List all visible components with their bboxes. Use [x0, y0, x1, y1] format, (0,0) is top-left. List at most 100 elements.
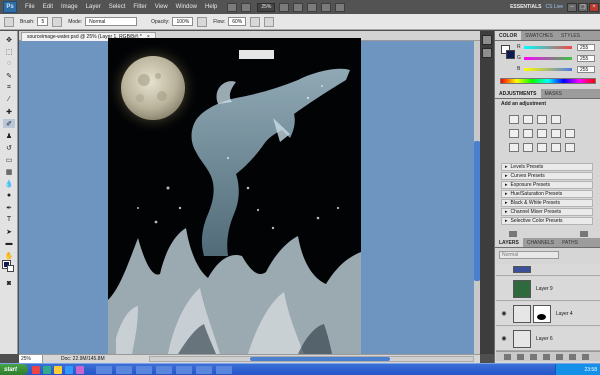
- color-balance-icon[interactable]: [537, 129, 547, 138]
- menu-edit[interactable]: Edit: [43, 4, 53, 10]
- brightness-contrast-icon[interactable]: [509, 115, 519, 124]
- tab-channels[interactable]: CHANNELS: [523, 238, 558, 247]
- taskbar-window-button[interactable]: [96, 366, 112, 374]
- menu-help[interactable]: Help: [205, 4, 217, 10]
- taskbar-window-button[interactable]: [196, 366, 212, 374]
- flow-field[interactable]: 60%: [228, 17, 247, 26]
- preset-exposure[interactable]: ▸ Exposure Presets: [501, 181, 593, 189]
- minimize-icon[interactable]: –: [567, 2, 577, 12]
- hue-saturation-icon[interactable]: [523, 129, 533, 138]
- black-white-icon[interactable]: [551, 129, 561, 138]
- mini-bridge-icon[interactable]: [241, 2, 252, 12]
- shape-tool-icon[interactable]: ▬: [3, 239, 15, 248]
- workspace-switcher[interactable]: ESSENTIALS: [510, 4, 541, 10]
- pressure-size-icon[interactable]: [264, 16, 275, 27]
- selective-color-icon[interactable]: [565, 143, 575, 152]
- hand-tool-icon[interactable]: ✋: [3, 251, 15, 260]
- eye-icon[interactable]: ◉: [499, 334, 509, 344]
- preset-black-white[interactable]: ▸ Black & White Presets: [501, 199, 593, 207]
- reset-adjustment-icon[interactable]: [580, 231, 588, 237]
- mode-select[interactable]: Normal: [85, 17, 138, 26]
- menu-image[interactable]: Image: [61, 4, 78, 10]
- opacity-field[interactable]: 100%: [172, 17, 194, 26]
- menu-window[interactable]: Window: [176, 4, 197, 10]
- curves-icon[interactable]: [537, 115, 547, 124]
- brush-tool-icon[interactable]: ✐: [3, 119, 15, 128]
- brush-size-picker[interactable]: 5: [37, 17, 49, 26]
- layer-row[interactable]: ◉ Layer 6: [496, 327, 600, 351]
- brush-panel-toggle-icon[interactable]: [52, 16, 63, 27]
- menu-select[interactable]: Select: [109, 4, 126, 10]
- link-layers-icon[interactable]: [504, 353, 511, 360]
- clip-to-layer-icon[interactable]: [509, 231, 517, 237]
- menu-filter[interactable]: Filter: [133, 4, 146, 10]
- move-tool-icon[interactable]: ✥: [3, 35, 15, 44]
- delete-layer-icon[interactable]: [582, 353, 589, 360]
- new-group-icon[interactable]: [556, 353, 563, 360]
- blue-value-field[interactable]: 255: [577, 66, 595, 73]
- preset-hue-saturation[interactable]: ▸ Hue/Saturation Presets: [501, 190, 593, 198]
- gradient-map-icon[interactable]: [551, 143, 561, 152]
- layer-row[interactable]: ◉ Layer 4: [496, 302, 600, 326]
- add-mask-icon[interactable]: [530, 353, 537, 360]
- quick-selection-tool-icon[interactable]: ✎: [3, 71, 15, 80]
- path-selection-tool-icon[interactable]: ➤: [3, 227, 15, 236]
- menu-view[interactable]: View: [155, 4, 168, 10]
- color-spectrum-bar[interactable]: [500, 78, 596, 84]
- airbrush-icon[interactable]: [250, 16, 261, 27]
- tab-masks[interactable]: MASKS: [541, 89, 567, 98]
- menu-layer[interactable]: Layer: [86, 4, 101, 10]
- layer-mask-thumbnail[interactable]: [533, 304, 551, 323]
- invert-icon[interactable]: [509, 143, 519, 152]
- tab-paths[interactable]: PATHS: [558, 238, 582, 247]
- status-zoom-field[interactable]: 25%: [19, 355, 43, 363]
- green-value-field[interactable]: 255: [577, 55, 595, 62]
- clock[interactable]: 23:58: [584, 367, 597, 373]
- layer-style-icon[interactable]: [517, 353, 524, 360]
- green-slider[interactable]: [524, 57, 572, 60]
- eraser-tool-icon[interactable]: ▭: [3, 155, 15, 164]
- close-icon[interactable]: ×: [589, 2, 599, 12]
- start-button[interactable]: start: [0, 364, 28, 375]
- type-tool-icon[interactable]: T: [3, 215, 15, 224]
- hand-tool-icon[interactable]: [279, 2, 290, 12]
- blue-slider[interactable]: [524, 68, 572, 71]
- arrange-documents-icon[interactable]: [321, 2, 332, 12]
- dodge-tool-icon[interactable]: ●: [3, 191, 15, 200]
- rotate-view-icon[interactable]: [307, 2, 318, 12]
- taskbar-window-button[interactable]: [156, 366, 172, 374]
- visibility-toggle[interactable]: [499, 284, 509, 294]
- eyedropper-tool-icon[interactable]: ⁄: [3, 95, 15, 104]
- tab-styles[interactable]: STYLES: [557, 31, 584, 40]
- zoom-select[interactable]: 25%: [257, 2, 276, 12]
- photo-filter-icon[interactable]: [565, 129, 575, 138]
- preset-selective-color[interactable]: ▸ Selective Color Presets: [501, 217, 593, 225]
- taskbar-app-icon[interactable]: [43, 366, 51, 374]
- taskbar-window-button[interactable]: [136, 366, 152, 374]
- red-value-field[interactable]: 255: [577, 44, 595, 51]
- history-panel-icon[interactable]: [482, 35, 492, 45]
- status-doc-size[interactable]: Doc: 22.9M/145.8M: [61, 355, 105, 363]
- cs-live-button[interactable]: CS Live: [545, 4, 563, 10]
- new-layer-icon[interactable]: [569, 353, 576, 360]
- history-brush-tool-icon[interactable]: ↺: [3, 143, 15, 152]
- taskbar-window-button[interactable]: [216, 366, 232, 374]
- taskbar-window-button[interactable]: [176, 366, 192, 374]
- layer-row-top[interactable]: [496, 264, 600, 276]
- taskbar-window-button[interactable]: [116, 366, 132, 374]
- levels-icon[interactable]: [523, 115, 533, 124]
- bridge-icon[interactable]: [227, 2, 238, 12]
- tab-color[interactable]: COLOR: [495, 31, 522, 40]
- pen-tool-icon[interactable]: ✒: [3, 203, 15, 212]
- menu-file[interactable]: File: [25, 4, 35, 10]
- horizontal-scroll-thumb[interactable]: [250, 357, 390, 361]
- preset-curves[interactable]: ▸ Curves Presets: [501, 172, 593, 180]
- crop-tool-icon[interactable]: ⌗: [3, 83, 15, 92]
- threshold-icon[interactable]: [537, 143, 547, 152]
- taskbar-app-icon[interactable]: [32, 366, 40, 374]
- background-color-chip[interactable]: [506, 50, 515, 59]
- marquee-tool-icon[interactable]: ⬚: [3, 47, 15, 56]
- brush-tool-preset-icon[interactable]: [4, 16, 14, 27]
- screen-mode-icon[interactable]: [335, 2, 346, 12]
- tab-swatches[interactable]: SWATCHES: [521, 31, 557, 40]
